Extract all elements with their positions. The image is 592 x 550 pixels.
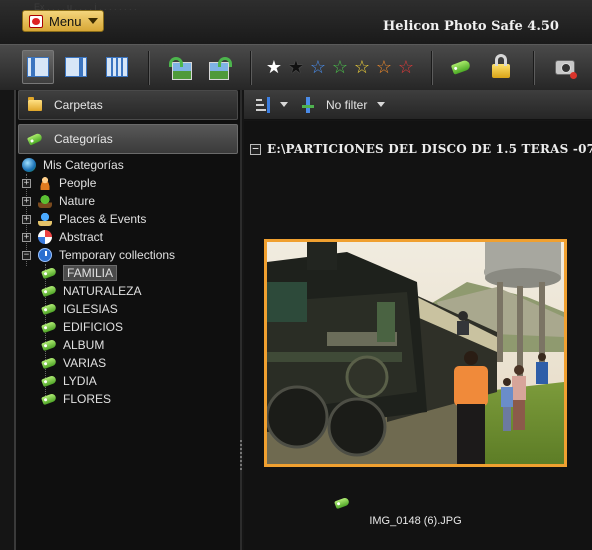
folder-path-header[interactable]: − E:\PARTICIONES DEL DISCO DE 1.5 TERAS … <box>250 141 592 157</box>
toolbar-separator <box>533 51 534 85</box>
abstract-icon <box>38 230 52 244</box>
tag-icon <box>41 374 57 388</box>
menu-app-icon <box>29 14 43 28</box>
tree-root-label: Mis Categorías <box>43 158 124 172</box>
app-title: Helicon Photo Safe 4.50 <box>383 19 559 34</box>
tree-item-label: ALBUM <box>63 338 105 352</box>
rotate-right-icon <box>209 57 232 80</box>
app-window: Ex . . . . u . . . . i . . . . . . . . M… <box>0 0 592 550</box>
tree-item-label: FLORES <box>63 392 112 406</box>
thumbnail-tag-indicator <box>334 496 356 510</box>
tree-item-temporary-collections[interactable]: − Temporary collections <box>22 246 175 264</box>
view-split-button[interactable] <box>60 50 92 84</box>
view-grid-button[interactable] <box>101 50 133 84</box>
toolbar-separator <box>250 51 251 85</box>
browser-toolbar: No filter <box>244 90 592 120</box>
tree-item-varias[interactable]: VARIAS <box>41 354 107 372</box>
tag-icon <box>26 132 44 146</box>
tag-icon <box>41 320 57 334</box>
folders-header[interactable]: Carpetas <box>18 90 238 120</box>
menu-label: Menu <box>49 13 82 29</box>
tree-item-lydia[interactable]: LYDIA <box>41 372 97 390</box>
rotate-left-button[interactable] <box>166 50 198 84</box>
tag-icon <box>41 266 57 280</box>
folder-icon <box>28 96 42 111</box>
tag-icon <box>334 496 350 510</box>
title-bar: Ex . . . . u . . . . i . . . . . . . . M… <box>0 0 592 44</box>
tree-item-flores[interactable]: FLORES <box>41 390 112 408</box>
rating-star-button[interactable]: ☆ <box>390 50 422 84</box>
tag-icon <box>41 302 57 316</box>
filter-dropdown-chevron-icon[interactable] <box>377 102 386 107</box>
tree-item-label: EDIFICIOS <box>63 320 124 334</box>
folder-path-text: E:\PARTICIONES DEL DISCO DE 1.5 TERAS -0… <box>267 142 592 156</box>
tree-root-mis-categorias[interactable]: Mis Categorías <box>22 156 124 174</box>
tree-item-album[interactable]: ALBUM <box>41 336 105 354</box>
nature-icon <box>38 194 52 208</box>
places-events-icon <box>38 212 52 226</box>
tag-icon <box>41 338 57 352</box>
expand-icon[interactable]: + <box>22 178 31 188</box>
thumbnail-browser: − E:\PARTICIONES DEL DISCO DE 1.5 TERAS … <box>244 121 592 550</box>
tree-item-label: NATURALEZA <box>63 284 142 298</box>
sort-icon[interactable] <box>256 96 270 113</box>
filter-dropdown-label[interactable]: No filter <box>326 98 367 112</box>
chevron-down-icon <box>87 18 98 24</box>
layout-grid-icon <box>106 57 128 77</box>
tree-item-label: VARIAS <box>63 356 107 370</box>
tag-icon <box>41 392 57 406</box>
tree-item-iglesias[interactable]: IGLESIAS <box>41 300 118 318</box>
tag-button[interactable] <box>445 50 477 84</box>
expand-icon[interactable]: + <box>22 214 31 224</box>
view-single-button[interactable] <box>22 50 54 84</box>
lock-icon <box>492 54 510 78</box>
collapse-icon[interactable]: − <box>250 143 261 155</box>
rotate-left-icon <box>169 57 192 80</box>
tree-item-label: IGLESIAS <box>63 302 118 316</box>
tree-item-label: People <box>59 176 97 190</box>
toolbar-separator <box>431 51 432 85</box>
clock-icon <box>38 248 52 262</box>
panel-splitter-handle[interactable] <box>240 440 242 470</box>
tree-item-places-events[interactable]: + Places & Events <box>22 210 146 228</box>
camera-button[interactable] <box>549 50 581 84</box>
lock-button[interactable] <box>485 50 517 84</box>
categories-label: Categorías <box>54 132 113 146</box>
toolbar-separator <box>148 51 149 85</box>
filter-icon[interactable] <box>302 96 314 113</box>
folders-label: Carpetas <box>54 98 103 112</box>
tag-icon <box>450 59 472 75</box>
layout-single-icon <box>27 57 49 77</box>
tree-item-label: Places & Events <box>59 212 147 226</box>
tree-item-people[interactable]: + People <box>22 174 96 192</box>
photo-thumbnail[interactable] <box>264 239 567 467</box>
menu-button[interactable]: Menu <box>22 10 104 32</box>
train-photo-image <box>267 242 564 464</box>
tree-item-abstract[interactable]: + Abstract <box>22 228 103 246</box>
tree-item-label: Nature <box>59 194 96 208</box>
people-icon <box>38 176 52 190</box>
expand-icon[interactable]: + <box>22 196 31 206</box>
tree-item-label: FAMILIA <box>63 265 118 281</box>
expand-icon[interactable]: + <box>22 232 31 242</box>
main-toolbar: ★ ★ ☆ ☆ ☆ ☆ ☆ <box>0 44 592 90</box>
tree-item-label: Temporary collections <box>59 248 176 262</box>
tree-item-edificios[interactable]: EDIFICIOS <box>41 318 124 336</box>
tag-icon <box>41 356 57 370</box>
globe-icon <box>22 158 36 172</box>
tree-item-familia[interactable]: FAMILIA <box>41 264 118 282</box>
sort-dropdown-chevron-icon[interactable] <box>280 102 288 107</box>
thumbnail-filename: IMG_0148 (6).JPG <box>369 515 462 527</box>
tree-item-naturaleza[interactable]: NATURALEZA <box>41 282 142 300</box>
rotate-right-button[interactable] <box>203 50 235 84</box>
layout-split-icon <box>65 57 87 77</box>
collapse-icon[interactable]: − <box>22 250 31 260</box>
star-red-icon: ☆ <box>397 57 415 77</box>
tree-item-label: LYDIA <box>63 374 97 388</box>
tag-icon <box>41 284 57 298</box>
tree-item-label: Abstract <box>59 230 104 244</box>
tree-item-nature[interactable]: + Nature <box>22 192 95 210</box>
camera-icon <box>555 59 577 79</box>
categories-header[interactable]: Categorías <box>18 124 238 154</box>
